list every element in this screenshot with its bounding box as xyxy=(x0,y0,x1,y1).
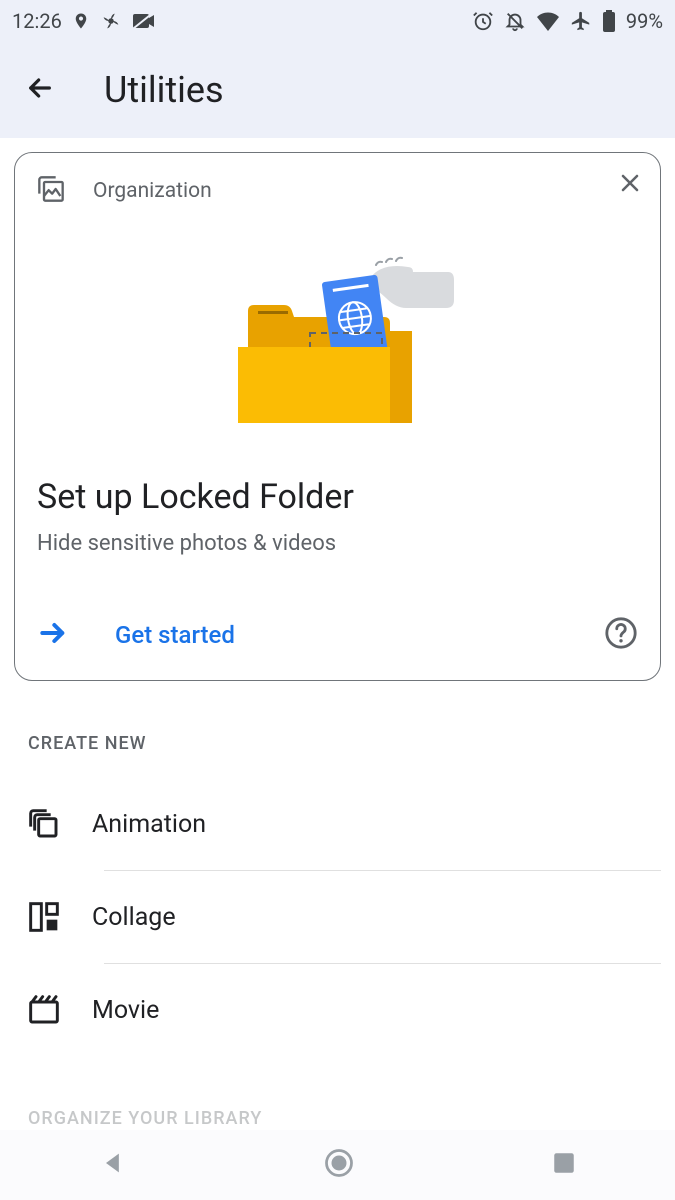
system-nav-bar xyxy=(0,1130,675,1200)
arrow-right-icon xyxy=(37,617,69,653)
help-icon[interactable] xyxy=(604,616,638,654)
folder-illustration xyxy=(37,227,638,437)
list-item-label: Animation xyxy=(92,810,206,839)
section-header-organize: ORGANIZE YOUR LIBRARY xyxy=(28,1108,661,1129)
close-icon[interactable] xyxy=(618,171,642,199)
location-icon xyxy=(72,10,90,32)
photos-collection-icon xyxy=(37,175,65,207)
battery-icon xyxy=(602,10,616,32)
back-icon[interactable] xyxy=(24,72,56,108)
animation-icon xyxy=(26,808,62,840)
nav-back-icon[interactable] xyxy=(99,1149,127,1181)
card-category: Organization xyxy=(93,179,212,203)
section-header-create: CREATE NEW xyxy=(28,733,661,754)
camera-off-icon xyxy=(132,12,156,30)
notifications-off-icon xyxy=(504,10,526,32)
locked-folder-card: Organization xyxy=(14,152,661,681)
airplane-icon xyxy=(570,10,592,32)
card-action-label: Get started xyxy=(115,621,235,649)
list-item-movie[interactable]: Movie xyxy=(26,964,661,1056)
pinwheel-icon xyxy=(100,10,122,32)
app-bar: Utilities xyxy=(0,42,675,138)
create-new-list: Animation Collage Movie xyxy=(14,778,661,1056)
get-started-button[interactable]: Get started xyxy=(37,617,235,653)
battery-level: 99% xyxy=(626,9,663,33)
collage-icon xyxy=(26,901,62,933)
card-subtitle: Hide sensitive photos & videos xyxy=(37,531,638,556)
movie-icon xyxy=(26,994,62,1026)
nav-home-icon[interactable] xyxy=(324,1148,354,1182)
list-item-animation[interactable]: Animation xyxy=(26,778,661,870)
wifi-icon xyxy=(536,11,560,31)
status-bar: 12:26 99% xyxy=(0,0,675,42)
status-time: 12:26 xyxy=(12,9,62,33)
list-item-collage[interactable]: Collage xyxy=(26,871,661,963)
alarm-icon xyxy=(472,10,494,32)
nav-recents-icon[interactable] xyxy=(551,1150,577,1180)
list-item-label: Collage xyxy=(92,903,176,932)
card-title: Set up Locked Folder xyxy=(37,477,638,517)
content: Organization xyxy=(0,138,675,1129)
list-item-label: Movie xyxy=(92,996,159,1025)
page-title: Utilities xyxy=(104,69,224,111)
